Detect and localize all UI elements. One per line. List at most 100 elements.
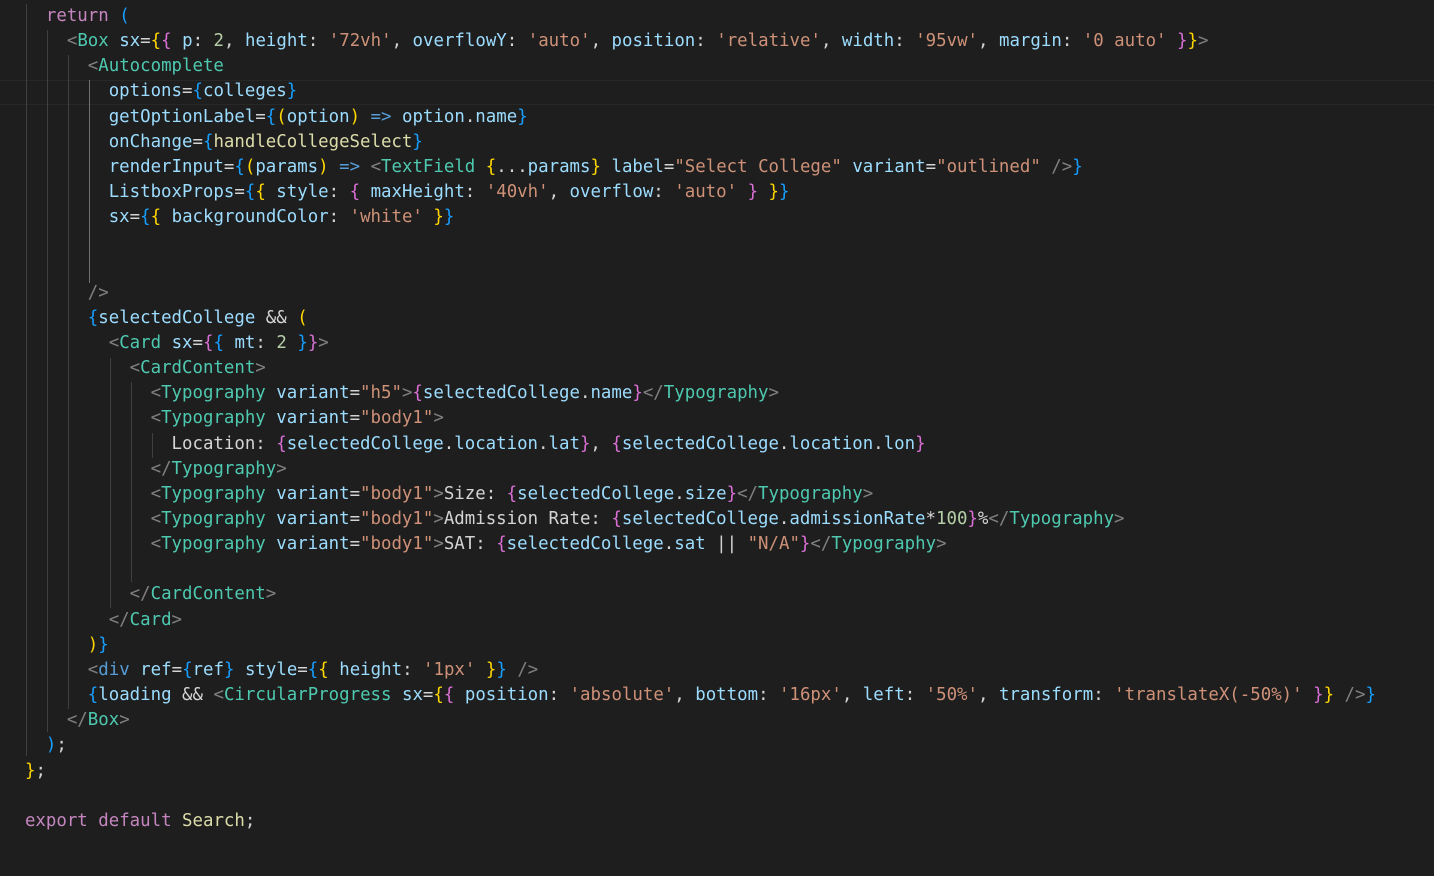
- code-line[interactable]: <Typography variant="body1">SAT: {select…: [4, 532, 947, 557]
- code-line[interactable]: <div ref={ref} style={{ height: '1px' }}…: [4, 658, 539, 683]
- code-token: </: [66, 710, 88, 730]
- code-token: :: [695, 31, 717, 51]
- code-token: }: [915, 434, 926, 454]
- code-token: .: [663, 534, 675, 554]
- code-token: <: [66, 31, 78, 51]
- code-line[interactable]: )}: [4, 633, 109, 658]
- code-token: :: [548, 685, 570, 705]
- code-token: variant: [276, 383, 350, 403]
- code-line[interactable]: </Card>: [4, 608, 182, 633]
- code-line[interactable]: Location: {selectedCollege.location.lat}…: [4, 432, 926, 457]
- code-token: }: [1187, 31, 1198, 51]
- code-token: <: [370, 157, 382, 177]
- code-line[interactable]: options={colleges}: [4, 79, 298, 104]
- code-line[interactable]: <Box sx={{ p: 2, height: '72vh', overflo…: [4, 29, 1209, 54]
- code-token: TextField: [381, 157, 476, 177]
- code-line[interactable]: <Typography variant="body1">Size: {selec…: [4, 482, 874, 507]
- code-token: }: [726, 484, 738, 504]
- code-token: :: [255, 333, 277, 353]
- code-token: 'translateX(-50%)': [1114, 685, 1303, 705]
- code-token: }: [590, 157, 601, 177]
- code-line[interactable]: <Typography variant="body1">Admission Ra…: [4, 507, 1125, 532]
- code-token: />: [517, 660, 539, 680]
- code-token: {: [161, 31, 172, 51]
- code-token: CircularProgress: [223, 685, 392, 705]
- code-line[interactable]: );: [4, 733, 67, 758]
- code-token: position: [611, 31, 696, 51]
- code-line[interactable]: />: [4, 281, 109, 306]
- code-token: <: [150, 484, 162, 504]
- code-line[interactable]: </CardContent>: [4, 582, 277, 607]
- code-token: ;: [56, 735, 67, 755]
- code-token: />: [1051, 157, 1073, 177]
- code-line[interactable]: <Autocomplete: [4, 54, 224, 79]
- code-token: options: [108, 81, 182, 101]
- code-token: </: [810, 534, 832, 554]
- code-token: Location:: [171, 434, 277, 454]
- code-token: ||: [716, 534, 738, 554]
- code-token: CardContent: [150, 584, 266, 604]
- code-line[interactable]: <Typography variant="body1">: [4, 406, 444, 431]
- code-line[interactable]: };: [4, 759, 46, 784]
- code-line[interactable]: <CardContent>: [4, 356, 266, 381]
- code-line[interactable]: </Typography>: [4, 457, 287, 482]
- code-token: params: [527, 157, 591, 177]
- code-line[interactable]: ListboxProps={{ style: { maxHeight: '40v…: [4, 180, 790, 205]
- code-line[interactable]: {selectedCollege && (: [4, 306, 308, 331]
- code-token: ListboxProps: [108, 182, 235, 202]
- code-token: ,: [978, 685, 999, 705]
- code-token: =: [182, 81, 193, 101]
- code-token: renderInput: [108, 157, 224, 177]
- code-line[interactable]: {loading && <CircularProgress sx={{ posi…: [4, 683, 1376, 708]
- code-token: .: [464, 107, 476, 127]
- code-token: }: [517, 107, 528, 127]
- code-token: :: [1093, 685, 1115, 705]
- code-token: Box: [87, 710, 120, 730]
- code-token: "outlined": [936, 157, 1041, 177]
- code-token: (: [244, 157, 256, 177]
- code-token: =: [349, 383, 361, 403]
- code-token: {: [496, 534, 507, 554]
- code-token: </: [150, 459, 172, 479]
- code-line[interactable]: export default Search;: [4, 809, 255, 834]
- code-token: Typography: [161, 408, 266, 428]
- code-token: colleges: [202, 81, 287, 101]
- code-line[interactable]: </Box>: [4, 708, 130, 733]
- code-token: >: [265, 584, 277, 604]
- code-token: overflowY: [412, 31, 507, 51]
- code-line[interactable]: renderInput={(params) => <TextField {...…: [4, 155, 1083, 180]
- code-line[interactable]: sx={{ backgroundColor: 'white' }}: [4, 205, 455, 230]
- code-token: :: [506, 31, 528, 51]
- code-token: =: [349, 484, 361, 504]
- code-token: label: [611, 157, 664, 177]
- code-line[interactable]: return (: [4, 4, 130, 29]
- code-line[interactable]: getOptionLabel={(option) => option.name}: [4, 105, 528, 130]
- code-editor[interactable]: return ( <Box sx={{ p: 2, height: '72vh'…: [0, 0, 1434, 876]
- code-line[interactable]: <Card sx={{ mt: 2 }}>: [4, 331, 329, 356]
- code-line[interactable]: onChange={handleCollegeSelect}: [4, 130, 423, 155]
- code-line[interactable]: <Typography variant="h5">{selectedColleg…: [4, 381, 779, 406]
- code-token: Size:: [443, 484, 507, 504]
